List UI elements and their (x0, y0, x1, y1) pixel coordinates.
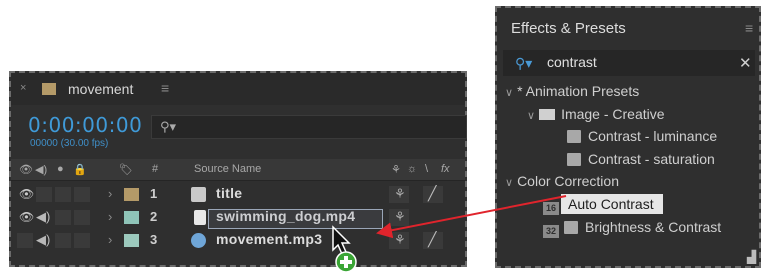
audio-toggle-cell[interactable] (36, 187, 52, 202)
quality-slash-icon: ╱ (428, 185, 437, 201)
shy-switch-column-icon: ⚘ (391, 164, 401, 176)
audio-file-icon (191, 233, 206, 248)
frame-rate-display: 00000 (30.00 fps) (30, 138, 109, 149)
animation-preset-icon (567, 130, 581, 143)
layer-number: 1 (150, 186, 158, 201)
tree-item-color-correction[interactable]: ∨ Color Correction (505, 173, 619, 189)
tree-item-label: Contrast - luminance (588, 128, 718, 144)
layer-column-header: 👁 ◀) ● 🔒 🏷 # Source Name ⚘ ☼ \ fx (11, 159, 465, 181)
expand-chevron-icon[interactable]: › (108, 209, 112, 224)
drag-drop-target-outline (208, 209, 383, 229)
effects-search-input[interactable]: ⚲▾ contrast ✕ (503, 50, 755, 76)
chevron-down-icon[interactable]: ∨ (505, 177, 513, 189)
composition-icon (191, 187, 206, 202)
tree-item-brightness-contrast[interactable]: 32 Brightness & Contrast (543, 219, 721, 238)
timeline-panel: × movement ≡ 0:00:00:00 00000 (30.00 fps… (9, 71, 467, 267)
visibility-eye-icon[interactable]: 👁 (19, 187, 34, 201)
effects-presets-panel: Effects & Presets ≡ ⚲▾ contrast ✕ ∨ * Ani… (495, 6, 761, 268)
tree-item-label: Auto Contrast (568, 196, 654, 212)
layer-label-color[interactable] (124, 211, 139, 224)
search-icon: ⚲▾ (160, 119, 177, 134)
lock-toggle-cell[interactable] (74, 233, 90, 248)
layer-number: 3 (150, 232, 158, 247)
audio-speaker-icon[interactable]: ◀) (36, 209, 50, 225)
new-folder-icon[interactable]: ▟ (747, 250, 756, 264)
lock-toggle-cell[interactable] (74, 210, 90, 225)
layer-number: 2 (150, 209, 158, 224)
tree-item-label: Image - Creative (561, 106, 665, 122)
visibility-toggle-cell[interactable] (17, 233, 33, 248)
shy-switch-icon: ⚘ (394, 186, 406, 201)
quality-switch-column-icon: \ (425, 163, 429, 175)
tree-item-image-creative[interactable]: ∨ Image - Creative (527, 106, 665, 122)
audio-column-icon: ◀) (35, 164, 48, 176)
effects-switch-column-icon: fx (441, 163, 450, 175)
expand-chevron-icon[interactable]: › (108, 232, 112, 247)
composition-tab[interactable]: movement (68, 81, 133, 97)
effect-icon (564, 221, 578, 234)
eye-column-icon: 👁 (19, 164, 33, 176)
label-column-icon: 🏷 (119, 164, 133, 176)
shy-switch-icon: ⚘ (394, 232, 406, 247)
tree-item-label: Contrast - saturation (588, 151, 715, 167)
layer-number-column: # (152, 163, 159, 175)
folder-icon (539, 109, 556, 120)
tree-item-preset[interactable]: Contrast - luminance (567, 128, 717, 144)
layer-label-color[interactable] (124, 234, 139, 247)
tree-item-preset[interactable]: Contrast - saturation (567, 151, 715, 167)
lock-column-icon: 🔒 (73, 164, 87, 176)
layer-name[interactable]: movement.mp3 (216, 231, 322, 247)
layer-row[interactable]: 👁 › 1 title ⚘ ╱ (11, 183, 465, 206)
expand-chevron-icon[interactable]: › (108, 186, 112, 201)
shy-switch-icon: ⚘ (394, 209, 406, 224)
source-name-column[interactable]: Source Name (194, 163, 261, 175)
collapse-switch-column-icon: ☼ (407, 163, 418, 175)
clear-search-icon[interactable]: ✕ (739, 54, 752, 72)
close-tab-icon[interactable]: × (20, 82, 26, 94)
panel-title: Effects & Presets (511, 20, 626, 37)
solo-toggle-cell[interactable] (55, 233, 71, 248)
current-time-display[interactable]: 0:00:00:00 (28, 113, 142, 137)
panel-menu-icon[interactable]: ≡ (745, 20, 753, 36)
quality-slash-icon: ╱ (428, 231, 437, 247)
panel-menu-icon[interactable]: ≡ (161, 80, 169, 96)
solo-toggle-cell[interactable] (55, 210, 71, 225)
visibility-eye-icon[interactable]: 👁 (19, 210, 34, 224)
tree-item-label: Brightness & Contrast (585, 219, 722, 235)
timeline-tab-bar: × movement ≡ (11, 73, 465, 105)
audio-speaker-icon[interactable]: ◀) (36, 232, 50, 248)
search-value[interactable]: contrast (547, 54, 597, 70)
chevron-down-icon[interactable]: ∨ (527, 110, 535, 122)
layer-label-color[interactable] (124, 188, 139, 201)
layer-search-input[interactable]: ⚲▾ (151, 115, 467, 139)
composition-color-swatch (42, 83, 56, 95)
tree-item-auto-contrast[interactable]: 16 Auto Contrast (543, 196, 654, 215)
search-icon: ⚲▾ (515, 55, 533, 71)
tree-item-label: Color Correction (517, 173, 619, 189)
solo-column-icon: ● (57, 163, 64, 175)
effect-16bpc-icon: 16 (543, 202, 559, 215)
tree-item-animation-presets[interactable]: ∨ * Animation Presets (505, 83, 639, 99)
animation-preset-icon (567, 153, 581, 166)
tree-item-label: * Animation Presets (517, 83, 640, 99)
solo-toggle-cell[interactable] (55, 187, 71, 202)
layer-row[interactable]: ◀) › 3 movement.mp3 ⚘ ╱ (11, 229, 465, 252)
lock-toggle-cell[interactable] (74, 187, 90, 202)
video-file-icon (194, 210, 206, 225)
chevron-down-icon[interactable]: ∨ (505, 87, 513, 99)
layer-name[interactable]: title (216, 185, 242, 201)
effect-32bpc-icon: 32 (543, 225, 559, 238)
